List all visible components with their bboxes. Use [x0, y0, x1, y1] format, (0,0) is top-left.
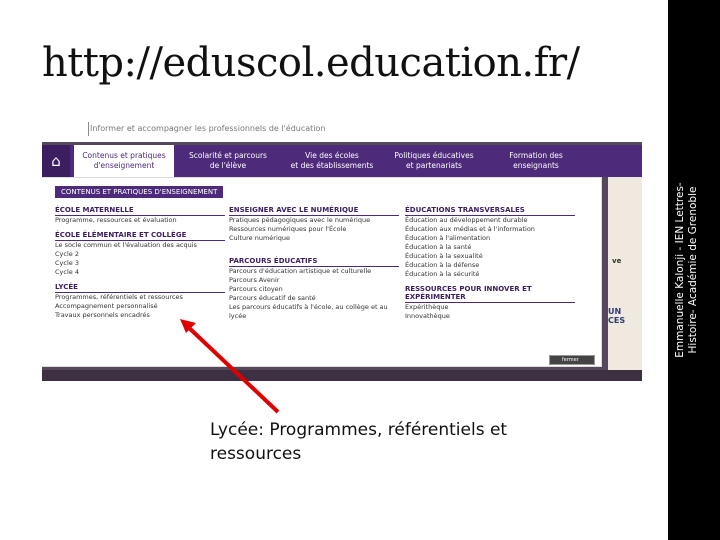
nav-label: Vie des écoles [305, 151, 359, 160]
section-heading[interactable]: RESSOURCES POUR INNOVER ET [405, 285, 575, 293]
nav-label: Contenus et pratiques [82, 151, 166, 160]
nav-item-formation[interactable]: Formation des enseignants [486, 145, 586, 177]
menu-link[interactable]: Éducation à la sexualité [405, 252, 575, 261]
background-text: UN CES [608, 307, 625, 325]
menu-link[interactable]: Éducation à la défense [405, 261, 575, 270]
header-divider [88, 122, 89, 136]
author-note: Emmanuelle Kalonji - IEN Lettres- Histoi… [674, 120, 714, 420]
background-text-line: CES [608, 316, 626, 325]
caption-line: ressources [210, 444, 302, 464]
slide-title: http://eduscol.education.fr/ [42, 40, 580, 86]
site-tagline: Informer et accompagner les professionne… [90, 124, 326, 133]
nav-label: enseignants [513, 161, 559, 170]
menu-link[interactable]: Innovathèque [405, 312, 575, 321]
menu-link[interactable]: Le socle commun et l'évaluation des acqu… [55, 241, 225, 250]
nav-item-politiques[interactable]: Politiques éducatives et partenariats [384, 145, 484, 177]
menu-link[interactable]: Parcours d'éducation artistique et cultu… [229, 267, 399, 276]
nav-label: Formation des [509, 151, 563, 160]
section-heading[interactable]: ÉCOLE MATERNELLE [55, 206, 225, 216]
menu-link[interactable]: Cycle 4 [55, 268, 225, 277]
menu-column-3: ÉDUCATIONS TRANSVERSALES Éducation au dé… [405, 200, 575, 321]
menu-link[interactable]: Parcours citoyen [229, 285, 399, 294]
nav-item-contenus[interactable]: Contenus et pratiques d'enseignement [74, 145, 174, 177]
caption-line: Lycée: Programmes, référentiels et [210, 420, 508, 440]
menu-link[interactable]: Pratiques pédagogiques avec le numérique [229, 216, 399, 225]
nav-label: Scolarité et parcours [189, 151, 267, 160]
menu-link[interactable]: Parcours Avenir [229, 276, 399, 285]
menu-link[interactable]: Culture numérique [229, 234, 399, 243]
nav-label: Politiques éducatives [394, 151, 474, 160]
mega-menu-title: CONTENUS ET PRATIQUES D'ENSEIGNEMENT [55, 186, 224, 198]
close-menu-button[interactable]: fermer [549, 355, 595, 365]
menu-column-1: ÉCOLE MATERNELLE Programme, ressources e… [55, 200, 225, 320]
menu-link[interactable]: Accompagnement personnalisé [55, 302, 225, 311]
background-text: ve [612, 257, 622, 265]
menu-link[interactable]: Expérithèque [405, 303, 575, 312]
menu-link[interactable]: Ressources numériques pour l'École [229, 225, 399, 234]
section-heading[interactable]: ENSEIGNER AVEC LE NUMÉRIQUE [229, 206, 399, 216]
menu-link[interactable]: Les parcours éducatifs à l'école, au col… [229, 303, 399, 312]
menu-link[interactable]: Éducation aux médias et à l'information [405, 225, 575, 234]
author-note-line1: Emmanuelle Kalonji - IEN Lettres- [674, 182, 686, 358]
section-heading[interactable]: LYCÉE [55, 283, 225, 293]
website-screenshot: Informer et accompagner les professionne… [42, 122, 642, 381]
menu-link[interactable]: Éducation au développement durable [405, 216, 575, 225]
nav-label: et partenariats [406, 161, 462, 170]
menu-link[interactable]: Parcours éducatif de santé [229, 294, 399, 303]
slide-caption: Lycée: Programmes, référentiels et resso… [210, 418, 610, 466]
section-heading[interactable]: ÉDUCATIONS TRANSVERSALES [405, 206, 575, 216]
menu-link[interactable]: Éducation à la sécurité [405, 270, 575, 279]
author-note-line2: Histoire- Académie de Grenoble [687, 186, 699, 354]
menu-link-lycee-programmes[interactable]: Programmes, référentiels et ressources [55, 293, 225, 302]
page-background-strip [608, 177, 642, 377]
nav-item-vie-ecoles[interactable]: Vie des écoles et des établissements [282, 145, 382, 177]
menu-column-2: ENSEIGNER AVEC LE NUMÉRIQUE Pratiques pé… [229, 200, 399, 321]
menu-link[interactable]: Cycle 3 [55, 259, 225, 268]
main-nav: ⌂ Contenus et pratiques d'enseignement S… [42, 145, 642, 177]
nav-label: de l'élève [209, 161, 247, 170]
nav-label: et des établissements [290, 161, 374, 170]
page-footer-band [42, 370, 642, 381]
section-heading[interactable]: PARCOURS ÉDUCATIFS [229, 257, 399, 267]
nav-label: d'enseignement [93, 161, 155, 170]
home-icon[interactable]: ⌂ [42, 145, 70, 177]
mega-menu: CONTENUS ET PRATIQUES D'ENSEIGNEMENT ÉCO… [42, 177, 602, 367]
section-heading-continued[interactable]: EXPÉRIMENTER [405, 293, 575, 303]
menu-link[interactable]: lycée [229, 312, 399, 321]
menu-link[interactable]: Éducation à la santé [405, 243, 575, 252]
section-heading[interactable]: ÉCOLE ÉLÉMENTAIRE ET COLLÈGE [55, 231, 225, 241]
site-header: Informer et accompagner les professionne… [42, 122, 642, 142]
menu-link[interactable]: Programme, ressources et évaluation [55, 216, 225, 225]
menu-link[interactable]: Éducation à l'alimentation [405, 234, 575, 243]
nav-item-scolarite[interactable]: Scolarité et parcours de l'élève [176, 145, 280, 177]
menu-link[interactable]: Travaux personnels encadrés [55, 311, 225, 320]
background-text-line: UN [608, 307, 622, 316]
menu-link[interactable]: Cycle 2 [55, 250, 225, 259]
